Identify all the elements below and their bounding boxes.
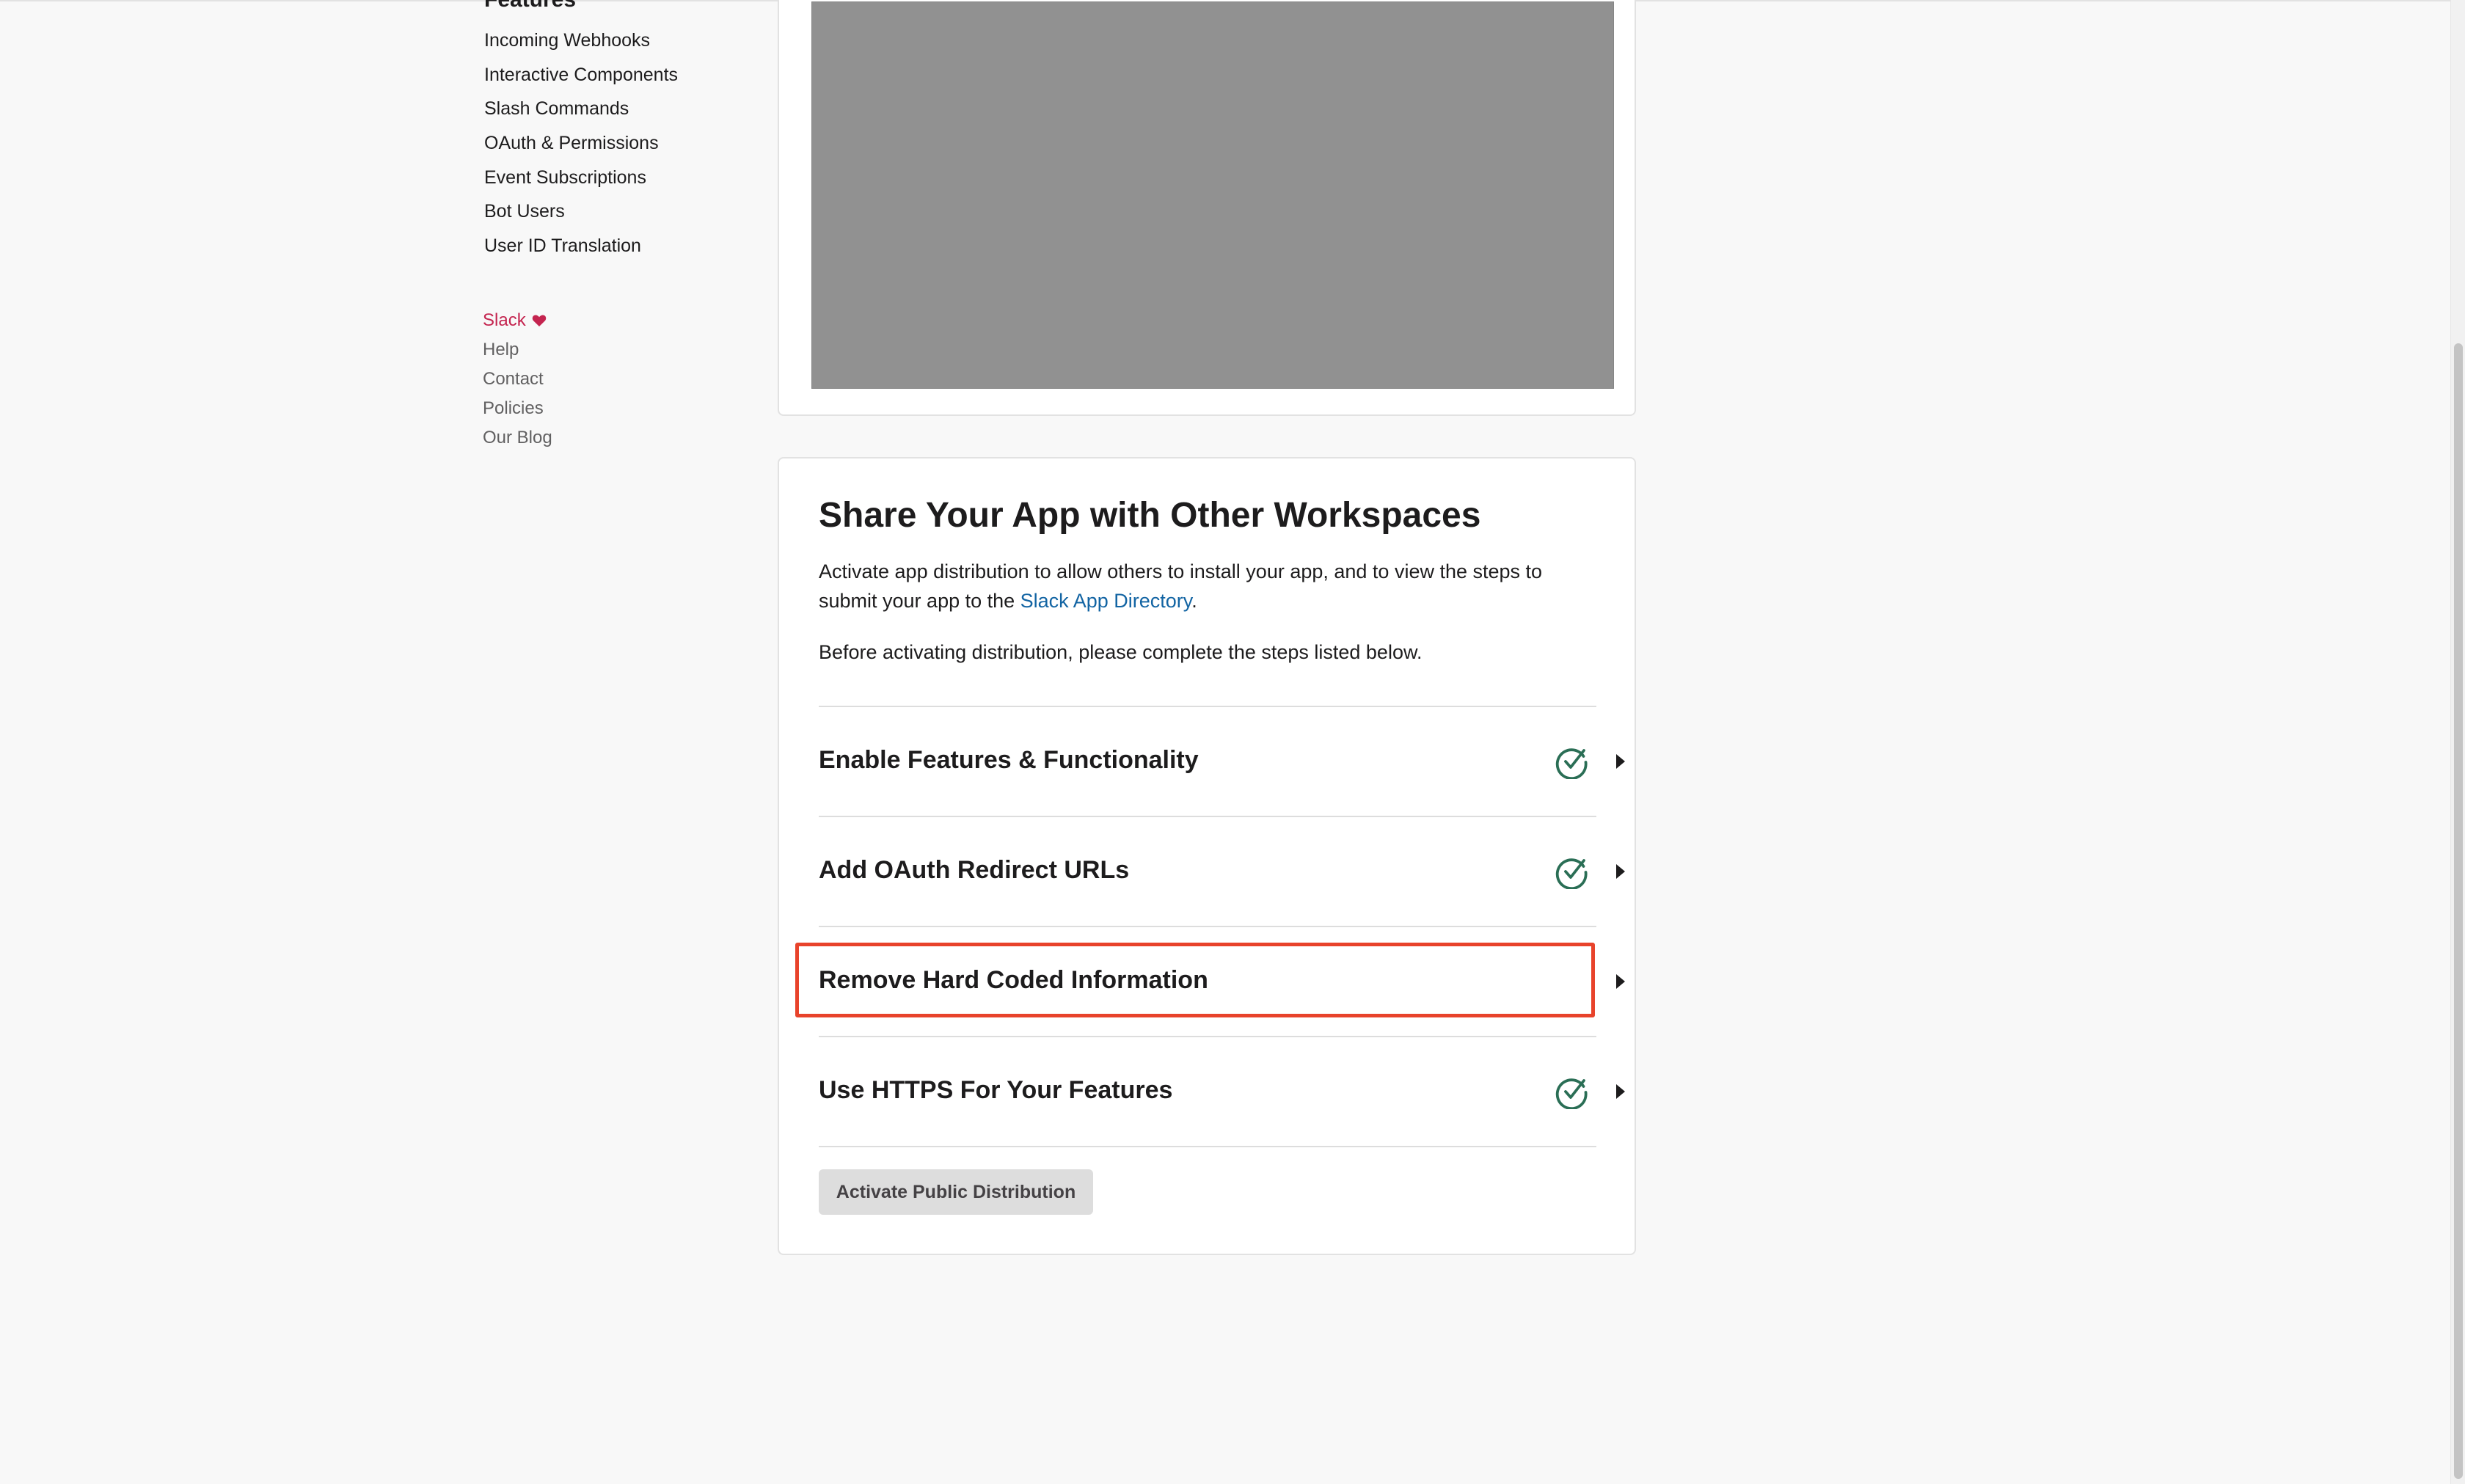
footer-link-help[interactable]: Help <box>483 336 552 365</box>
sidebar-item-interactive-components[interactable]: Interactive Components <box>484 61 678 95</box>
step-enable-features[interactable]: Enable Features & Functionality <box>819 706 1625 816</box>
caret-right-icon <box>1616 1084 1625 1099</box>
scrollbar-thumb[interactable] <box>2454 343 2463 1479</box>
slack-app-directory-link[interactable]: Slack App Directory <box>1020 590 1192 612</box>
share-description: Activate app distribution to allow other… <box>819 557 1596 615</box>
footer-link-contact[interactable]: Contact <box>483 365 552 395</box>
check-circle-icon <box>1555 858 1588 889</box>
sidebar-item-oauth-permissions[interactable]: OAuth & Permissions <box>484 129 678 164</box>
media-placeholder <box>811 1 1614 389</box>
step-label: Remove Hard Coded Information <box>819 966 1208 994</box>
sidebar-item-user-id-translation[interactable]: User ID Translation <box>484 232 678 266</box>
features-nav: Incoming Webhooks Interactive Components… <box>484 26 678 266</box>
share-title: Share Your App with Other Workspaces <box>819 496 1481 535</box>
caret-right-icon <box>1616 754 1625 769</box>
footer-link-policies[interactable]: Policies <box>483 395 552 424</box>
activate-public-distribution-button[interactable]: Activate Public Distribution <box>819 1169 1093 1215</box>
share-description-end: . <box>1191 590 1197 612</box>
step-label: Add OAuth Redirect URLs <box>819 856 1130 884</box>
step-label: Use HTTPS For Your Features <box>819 1076 1173 1104</box>
step-label: Enable Features & Functionality <box>819 746 1199 774</box>
step-add-oauth-redirect-urls[interactable]: Add OAuth Redirect URLs <box>819 816 1625 926</box>
media-card <box>778 0 1636 416</box>
scrollbar[interactable] <box>2450 0 2465 1484</box>
sidebar-item-incoming-webhooks[interactable]: Incoming Webhooks <box>484 26 678 61</box>
features-heading: Features <box>484 0 576 13</box>
check-circle-icon <box>1555 748 1588 779</box>
check-circle-icon <box>1555 1078 1588 1109</box>
sidebar-item-bot-users[interactable]: Bot Users <box>484 197 678 232</box>
footer-links: Slack Help Contact Policies Our Blog <box>483 307 552 453</box>
sidebar-item-event-subscriptions[interactable]: Event Subscriptions <box>484 164 678 198</box>
share-app-card: Share Your App with Other Workspaces Act… <box>778 457 1636 1255</box>
caret-right-icon <box>1616 974 1625 989</box>
sidebar-item-slash-commands[interactable]: Slash Commands <box>484 95 678 129</box>
share-note: Before activating distribution, please c… <box>819 641 1423 663</box>
steps-divider <box>819 1146 1596 1147</box>
sidebar: Features Incoming Webhooks Interactive C… <box>0 0 734 513</box>
footer-link-our-blog[interactable]: Our Blog <box>483 424 552 453</box>
footer-link-slack[interactable]: Slack <box>483 307 552 336</box>
step-remove-hard-coded-information[interactable]: Remove Hard Coded Information <box>819 926 1625 1036</box>
footer-link-slack-label: Slack <box>483 310 526 330</box>
caret-right-icon <box>1616 864 1625 879</box>
step-use-https[interactable]: Use HTTPS For Your Features <box>819 1036 1625 1146</box>
heart-icon <box>532 315 546 326</box>
